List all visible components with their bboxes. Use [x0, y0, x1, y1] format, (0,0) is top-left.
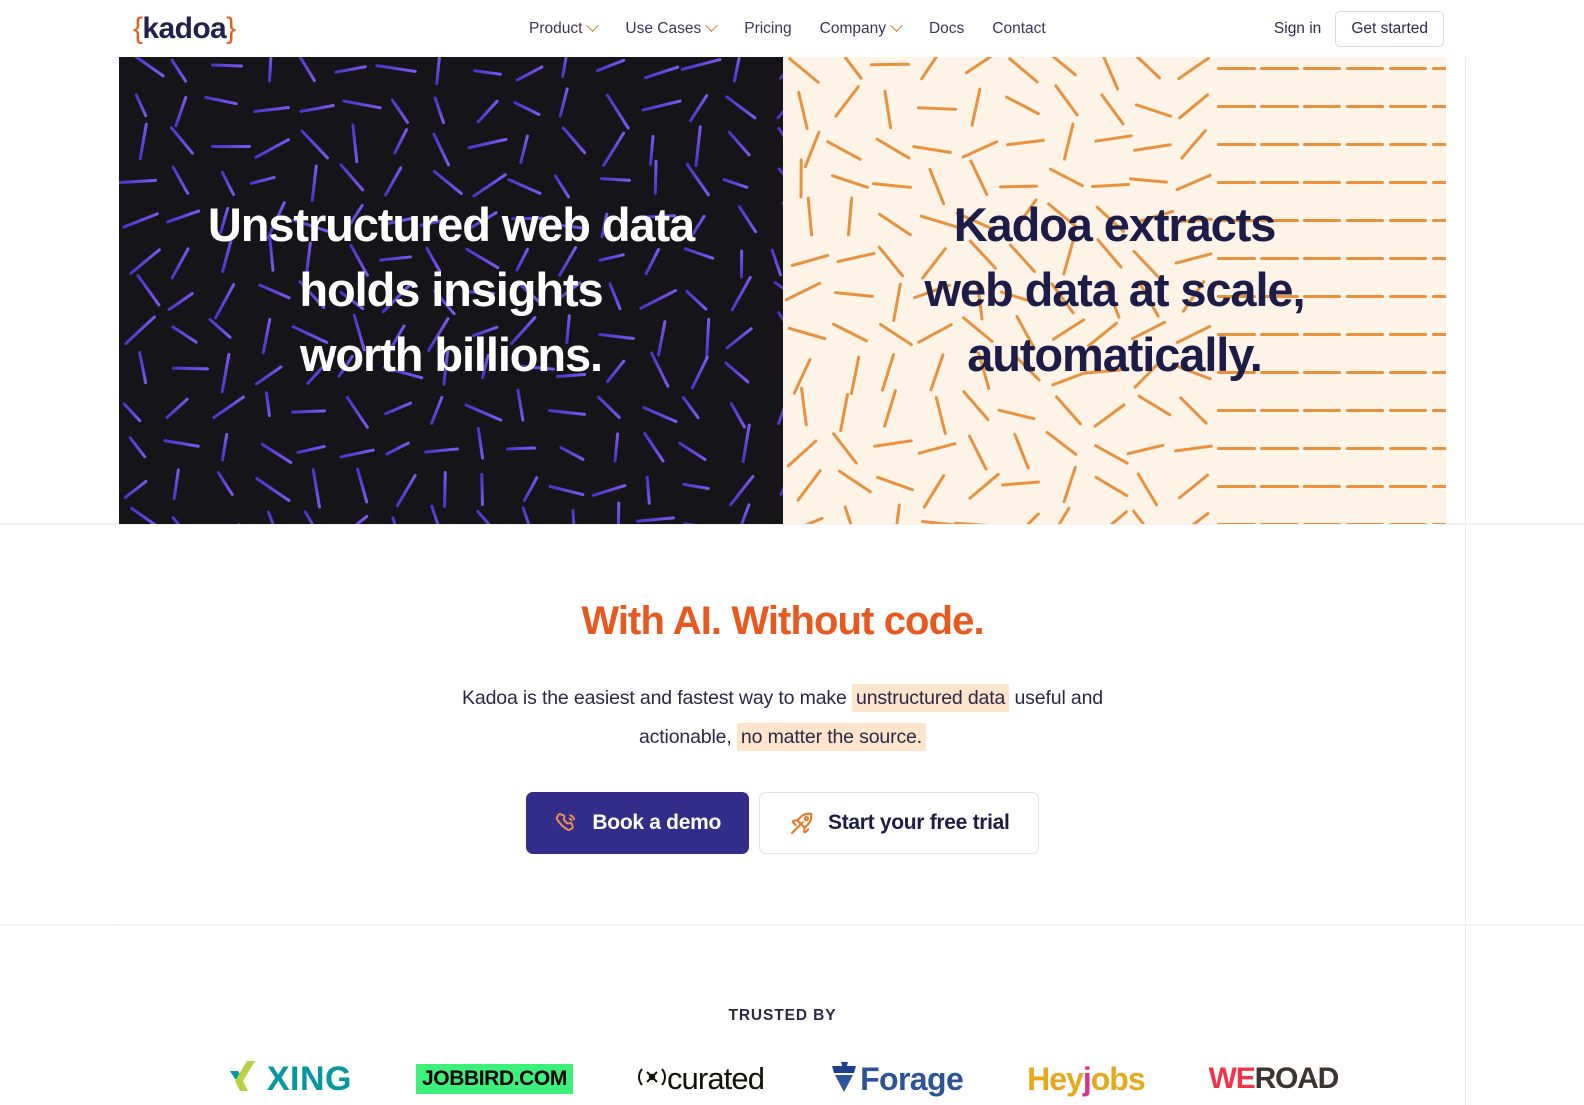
cta-button-row: Book a demo Start your free trial: [526, 792, 1039, 855]
rocket-icon: [788, 810, 815, 837]
client-logo-weroad: WEROAD: [1208, 1057, 1340, 1101]
book-a-demo-button[interactable]: Book a demo: [526, 792, 749, 855]
nav-item-pricing[interactable]: Pricing: [730, 14, 805, 44]
chevron-down-icon: [586, 19, 600, 32]
hero-right-line-2: web data at scale,: [924, 263, 1306, 317]
hero-right-line-3: automatically.: [967, 327, 1263, 381]
section-title: With AI. Without code.: [581, 599, 984, 643]
nav-label-pricing: Pricing: [744, 19, 792, 37]
chevron-down-icon: [890, 19, 903, 32]
trusted-by-label: TRUSTED BY: [728, 1007, 837, 1024]
hero-left-line-1: Unstructured web data: [207, 198, 695, 252]
heyjobs-part-obs: obs: [1090, 1060, 1146, 1097]
trusted-by-section: TRUSTED BY XING JOBBIRD.COM curated Fora…: [119, 927, 1446, 1105]
subtitle-highlight-2: no matter the source.: [736, 722, 927, 751]
xing-mark-icon: [227, 1059, 267, 1100]
heyjobs-part-j: j: [1082, 1060, 1092, 1097]
grid-line-right: [1465, 0, 1466, 1105]
sign-in-link[interactable]: Sign in: [1274, 20, 1321, 38]
weroad-part-road: ROAD: [1254, 1062, 1340, 1095]
logo-brace-open: {: [133, 11, 143, 45]
chevron-down-icon: [705, 19, 719, 32]
jobbird-wordmark: JOBBIRD.COM: [416, 1064, 573, 1094]
nav-label-docs: Docs: [928, 19, 965, 37]
xing-wordmark: XING: [266, 1059, 352, 1098]
nav-item-docs[interactable]: Docs: [915, 14, 978, 44]
kadoa-logo[interactable]: {kadoa}: [133, 11, 236, 45]
weroad-wordmark: WEROAD: [1208, 1062, 1340, 1096]
heyjobs-part-hey: Hey: [1027, 1060, 1084, 1097]
hero-right-line-1: Kadoa extracts: [953, 198, 1277, 252]
client-logo-row: XING JOBBIRD.COM curated Forage Heyjobs …: [119, 1057, 1446, 1101]
site-header: {kadoa} Product Use Cases Pricing Compan…: [0, 0, 1584, 57]
hero-left-line-2: holds insights: [299, 263, 603, 317]
subtitle-highlight-1: unstructured data: [852, 684, 1010, 712]
hero-headline-right: Kadoa extracts web data at scale, automa…: [924, 193, 1306, 388]
curated-mark-icon: [637, 1062, 667, 1097]
section-subtitle: Kadoa is the easiest and fastest way to …: [453, 679, 1113, 756]
client-logo-jobbird: JOBBIRD.COM: [416, 1057, 573, 1101]
forage-mark-icon: [828, 1060, 860, 1099]
hero-left-line-3: worth billions.: [299, 327, 603, 381]
subtitle-part-1: Kadoa is the easiest and fastest way to …: [462, 687, 852, 709]
nav-label-use-cases: Use Cases: [625, 19, 702, 37]
nav-label-company: Company: [819, 19, 886, 37]
start-free-trial-button[interactable]: Start your free trial: [758, 792, 1039, 855]
start-free-trial-label: Start your free trial: [827, 811, 1010, 835]
logo-wordmark: kadoa: [142, 11, 227, 45]
client-logo-xing: XING: [227, 1057, 352, 1101]
nav-item-contact[interactable]: Contact: [978, 14, 1059, 44]
header-actions: Sign in Get started: [1274, 10, 1444, 47]
hero-panel-dark: Unstructured web data holds insights wor…: [119, 57, 783, 524]
value-prop-section: With AI. Without code. Kadoa is the easi…: [119, 526, 1446, 924]
phone-call-icon: [554, 811, 579, 836]
weroad-part-we: WE: [1208, 1062, 1256, 1095]
hero-panel-light: Kadoa extracts web data at scale, automa…: [783, 57, 1446, 524]
nav-item-use-cases[interactable]: Use Cases: [611, 14, 730, 44]
get-started-button[interactable]: Get started: [1335, 10, 1444, 47]
landing-page: {kadoa} Product Use Cases Pricing Compan…: [0, 0, 1584, 1105]
client-logo-heyjobs: Heyjobs: [1027, 1057, 1146, 1101]
nav-item-product[interactable]: Product: [529, 14, 611, 44]
grid-line-mid-bottom: [0, 924, 1584, 926]
nav-label-contact: Contact: [992, 19, 1046, 37]
hero-headline-left: Unstructured web data holds insights wor…: [207, 193, 695, 388]
curated-wordmark: curated: [666, 1061, 765, 1096]
nav-label-product: Product: [529, 19, 583, 37]
forage-wordmark: Forage: [860, 1060, 964, 1097]
client-logo-forage: Forage: [828, 1057, 964, 1101]
book-a-demo-label: Book a demo: [592, 811, 721, 835]
nav-item-company[interactable]: Company: [806, 14, 915, 44]
heyjobs-wordmark: Heyjobs: [1027, 1060, 1146, 1098]
hero-section: Unstructured web data holds insights wor…: [119, 57, 1446, 524]
logo-brace-close: }: [226, 11, 236, 45]
main-navigation: Product Use Cases Pricing Company Docs C…: [529, 14, 1060, 44]
client-logo-curated: curated: [637, 1057, 765, 1101]
